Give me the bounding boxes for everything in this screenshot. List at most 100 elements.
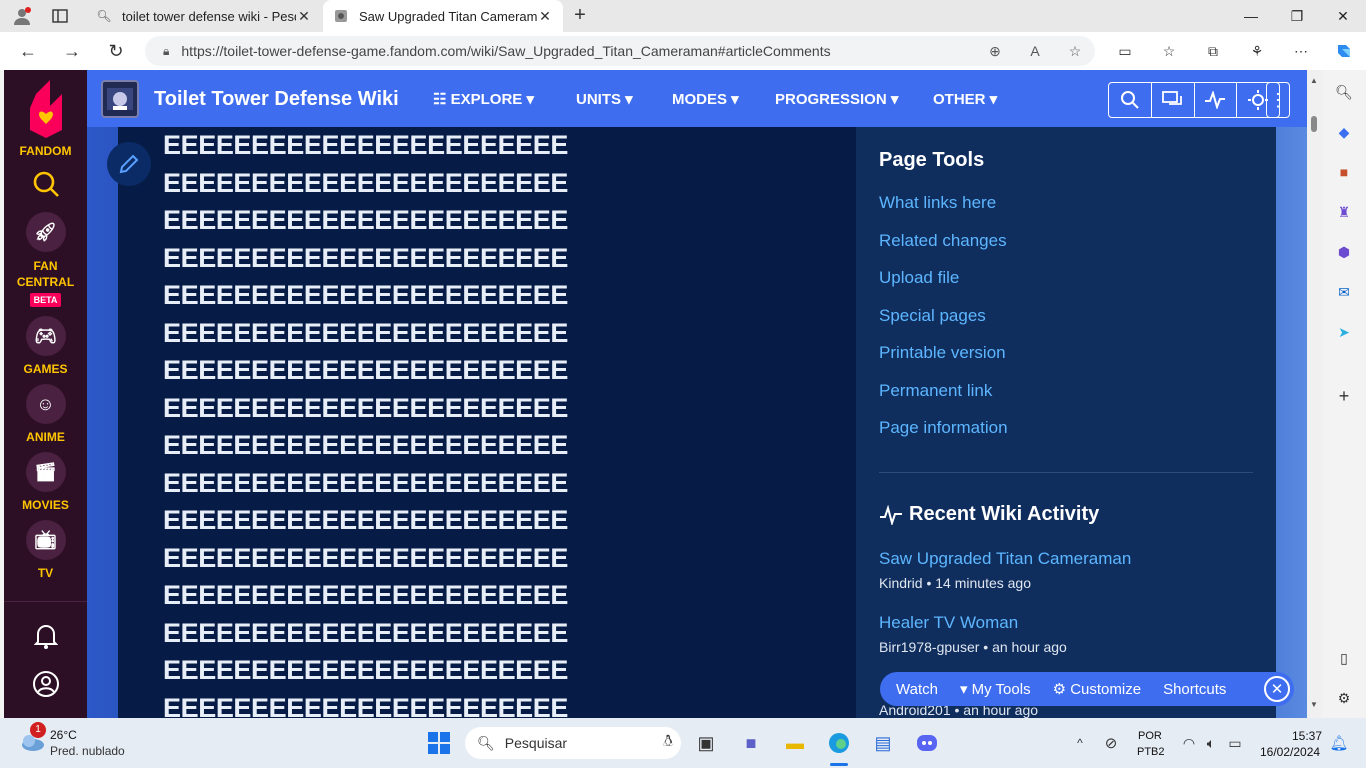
wiki-search-icon[interactable] [1109, 83, 1152, 117]
tab-wiki-page[interactable]: Saw Upgraded Titan Cameraman ✕ [323, 0, 563, 32]
add-sidebar-app-icon[interactable]: + [1334, 386, 1354, 406]
split-screen-icon[interactable]: ▭ [1113, 40, 1137, 62]
favorite-star-icon[interactable]: ☆ [1055, 43, 1095, 60]
discuss-icon[interactable] [1152, 83, 1195, 117]
show-hidden-icons-icon[interactable]: ^ [1067, 730, 1093, 756]
menu-explore[interactable]: ☷ EXPLORE ▾ [433, 90, 534, 108]
sidebar-search-icon[interactable]: 🔍︎ [1334, 82, 1354, 102]
customize-button[interactable]: ⚙ Customize [1053, 680, 1141, 698]
menu-units[interactable]: UNITS ▾ [576, 90, 633, 108]
tab-search[interactable]: 🔍︎ toilet tower defense wiki - Pesqu ✕ [86, 0, 322, 32]
language-indicator[interactable]: POR [1138, 730, 1162, 742]
scroll-down-icon[interactable]: ▼ [1310, 700, 1318, 709]
refresh-button[interactable]: ↻ [102, 38, 130, 64]
fan-central-link[interactable]: 🚀︎ FAN CENTRAL BETA [4, 212, 87, 307]
wiki-title[interactable]: Toilet Tower Defense Wiki [154, 88, 399, 111]
permanent-link-link[interactable]: Permanent link [879, 381, 992, 401]
rail-divider [4, 601, 87, 602]
menu-modes[interactable]: MODES ▾ [672, 90, 739, 108]
movies-link[interactable]: 🎬︎ MOVIES [4, 452, 87, 512]
discord-icon[interactable] [914, 730, 940, 756]
games-link[interactable]: 🎮︎ GAMES [4, 316, 87, 376]
my-tools-menu[interactable]: ▾ My Tools [960, 680, 1031, 698]
activity-icon[interactable] [1195, 83, 1238, 117]
shopping-tag-icon[interactable]: ◆ [1334, 122, 1354, 142]
minimize-button[interactable]: — [1228, 0, 1274, 32]
bell-icon [33, 625, 58, 649]
anime-link[interactable]: ☺ ANIME [4, 384, 87, 444]
read-aloud-icon[interactable]: A [1015, 43, 1055, 59]
store-icon[interactable]: ▤ [870, 730, 896, 756]
notification-bell-icon[interactable]: 🔔︎ [1326, 730, 1352, 756]
wiki-logo[interactable] [101, 80, 139, 118]
fandom-global-nav: FANDOM 🚀︎ FAN CENTRAL BETA 🎮︎ GAMES ☺ AN… [4, 70, 87, 718]
network-status-icon[interactable]: ⊘ [1098, 730, 1124, 756]
chevron-down-icon: ▾ [522, 91, 535, 108]
menu-progression[interactable]: PROGRESSION ▾ [775, 90, 898, 108]
close-tab-icon[interactable]: ✕ [296, 8, 312, 25]
activity-item-title[interactable]: Healer TV Woman [879, 613, 1018, 633]
special-pages-link[interactable]: Special pages [879, 306, 986, 326]
edge-browser-icon[interactable] [826, 730, 852, 756]
back-button[interactable]: ← [14, 38, 42, 64]
task-view-icon[interactable]: ▣ [693, 730, 719, 756]
settings-more-icon[interactable]: ⋯ [1289, 40, 1313, 62]
teams-meet-icon[interactable]: ■ [738, 730, 764, 756]
menu-other[interactable]: OTHER ▾ [933, 90, 997, 108]
weather-widget-icon[interactable]: 1 [18, 722, 46, 756]
related-changes-link[interactable]: Related changes [879, 231, 1007, 251]
fandom-search-button[interactable] [4, 170, 87, 198]
user-account-button[interactable] [4, 670, 87, 698]
weather-desc[interactable]: Pred. nublado [50, 744, 125, 758]
upload-file-link[interactable]: Upload file [879, 268, 959, 288]
activity-item-title[interactable]: Saw Upgraded Titan Cameraman [879, 549, 1131, 569]
page-information-link[interactable]: Page information [879, 418, 1008, 438]
shortcuts-button[interactable]: Shortcuts [1163, 681, 1226, 698]
notifications-button[interactable] [4, 622, 87, 650]
fandom-logo[interactable]: FANDOM [4, 80, 87, 158]
chevron-down-icon: ▾ [985, 91, 998, 108]
battery-icon[interactable]: ▭ [1222, 730, 1248, 756]
more-options-icon[interactable]: ⋮ [1266, 82, 1290, 118]
drop-send-icon[interactable]: ➤ [1334, 322, 1354, 342]
forward-button[interactable]: → [58, 38, 86, 64]
games-icon[interactable]: ♜ [1334, 202, 1354, 222]
address-bar[interactable]: 🔒︎ https://toilet-tower-defense-game.fan… [145, 36, 1095, 66]
new-tab-button[interactable]: + [568, 4, 592, 28]
keyboard-layout-indicator[interactable]: PTB2 [1137, 746, 1165, 758]
close-window-button[interactable]: ✕ [1320, 0, 1366, 32]
outlook-icon[interactable]: ✉ [1334, 282, 1354, 302]
copilot-icon[interactable] [1332, 40, 1356, 62]
hide-sidebar-icon[interactable]: ▯ [1334, 648, 1354, 668]
workspaces-icon[interactable] [46, 4, 74, 28]
microsoft365-icon[interactable]: ⬢ [1334, 242, 1354, 262]
collections-icon[interactable]: ⧉ [1201, 40, 1225, 62]
favorites-icon[interactable]: ☆ [1157, 40, 1181, 62]
lock-icon[interactable]: 🔒︎ [163, 44, 169, 59]
weather-temp[interactable]: 26°C [50, 728, 77, 742]
scroll-up-icon[interactable]: ▲ [1310, 76, 1318, 85]
page-scrollbar[interactable]: ▲ ▼ [1307, 70, 1322, 718]
toolbox-icon[interactable]: ■ [1334, 162, 1354, 182]
close-tab-icon[interactable]: ✕ [537, 8, 553, 25]
start-windows-icon[interactable] [426, 730, 452, 756]
edit-pencil-button[interactable] [107, 142, 151, 186]
what-links-here-link[interactable]: What links here [879, 193, 996, 213]
volume-icon[interactable]: 🔈︎ [1198, 730, 1224, 756]
clock-date[interactable]: 16/02/2024 [1260, 745, 1320, 759]
printable-version-link[interactable]: Printable version [879, 343, 1006, 363]
profile-icon[interactable] [8, 4, 36, 28]
clock-time[interactable]: 15:37 [1292, 729, 1322, 743]
taskbar-search-input[interactable]: 🔍︎ Pesquisar 🐧︎ [465, 727, 681, 759]
zoom-icon[interactable]: ⊕ [975, 43, 1015, 60]
scrollbar-thumb[interactable] [1311, 116, 1317, 132]
file-explorer-icon[interactable]: ▬ [782, 730, 808, 756]
tv-link[interactable]: 📺︎ TV [4, 520, 87, 580]
sidebar-settings-gear-icon[interactable]: ⚙ [1334, 688, 1354, 708]
watch-button[interactable]: Watch [896, 681, 938, 698]
url-text[interactable]: https://toilet-tower-defense-game.fandom… [181, 43, 975, 59]
close-icon[interactable]: ✕ [1264, 676, 1290, 702]
user-avatar-icon [32, 671, 59, 697]
restore-button[interactable]: ❐ [1274, 0, 1320, 32]
extensions-icon[interactable]: ⚘ [1245, 40, 1269, 62]
